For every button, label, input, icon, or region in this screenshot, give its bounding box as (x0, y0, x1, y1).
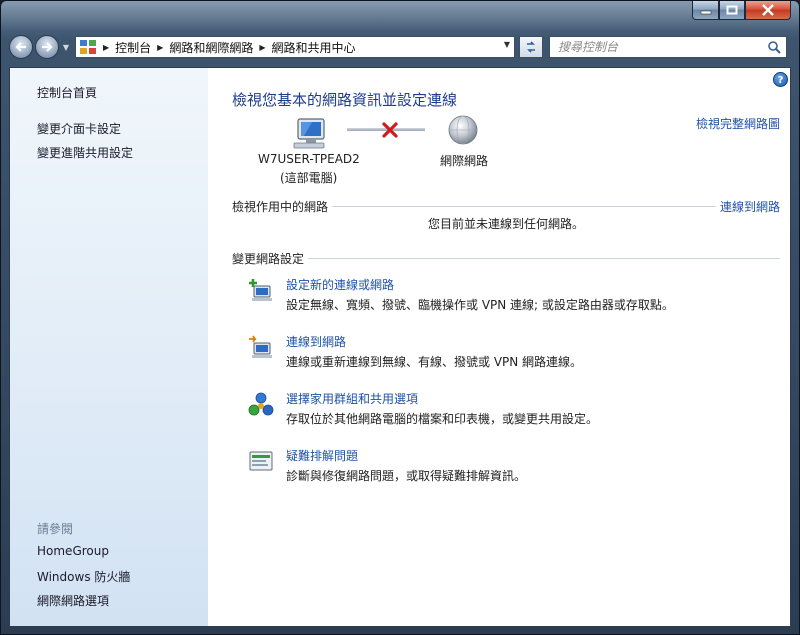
connect-network-icon (249, 335, 272, 358)
see-also-heading: 請參閱 (37, 522, 74, 536)
address-dropdown-icon[interactable]: ▼ (504, 40, 510, 49)
task-setup-connection: 設定新的連線或網路 設定無線、寬頻、撥號、臨機操作或 VPN 連線; 或設定路由… (248, 276, 768, 316)
maximize-button[interactable] (719, 1, 745, 20)
homegroup-link[interactable]: 選擇家用群組和共用選項 (286, 390, 418, 407)
sidebar-item-control-panel-home[interactable]: 控制台首頁 (37, 84, 97, 101)
forward-arrow-icon (42, 42, 53, 52)
breadcrumb-network-internet[interactable]: 網路和網際網路 (169, 39, 253, 56)
troubleshoot-description: 診斷與修復網路問題，或取得疑難排解資訊。 (286, 469, 527, 483)
refresh-button[interactable] (519, 36, 543, 58)
chevron-right-icon: ▶ (157, 42, 164, 52)
caption-buttons (692, 1, 791, 21)
computer-subtitle: (這部電腦) (280, 171, 338, 185)
refresh-icon (527, 41, 535, 53)
sidebar-item-change-adapter-settings[interactable]: 變更介面卡設定 (37, 120, 121, 137)
active-networks-section: 檢視作用中的網路 連線到網路 (232, 198, 780, 215)
minimize-button[interactable] (692, 1, 719, 20)
minimize-icon (700, 10, 711, 15)
help-icon[interactable]: ? (773, 72, 788, 87)
sidebar: 控制台首頁 變更介面卡設定 變更進階共用設定 請參閱 HomeGroup Win… (10, 68, 208, 626)
new-connection-icon (249, 279, 272, 301)
page-title: 檢視您基本的網路資訊並設定連線 (232, 91, 458, 109)
close-button[interactable] (745, 1, 791, 20)
connect-network-description: 連線或重新連線到無線、有線、撥號或 VPN 網路連線。 (286, 355, 583, 369)
setup-connection-link[interactable]: 設定新的連線或網路 (286, 276, 394, 293)
change-settings-title: 變更網路設定 (232, 250, 309, 267)
search-input[interactable] (558, 38, 758, 56)
chevron-right-icon: ▶ (259, 42, 266, 52)
control-panel-icon (79, 39, 97, 55)
breadcrumb-network-sharing-center[interactable]: 網路和共用中心 (272, 39, 356, 56)
search-icon[interactable] (767, 40, 781, 54)
navigation-bar: ▼ ▶ 控制台 ▶ 網路和網際網路 ▶ 網路和共用中心 ▼ (9, 34, 791, 60)
main-panel: ? 檢視您基本的網路資訊並設定連線 檢視完整網路圖 W7USER-TPEAD2 … (208, 68, 790, 626)
internet-label: 網際網路 (440, 154, 489, 168)
troubleshoot-link[interactable]: 疑難排解問題 (286, 447, 358, 464)
connect-network-link[interactable]: 連線到網路 (286, 333, 346, 350)
view-full-map-link[interactable]: 檢視完整網路圖 (696, 115, 780, 132)
computer-name: W7USER-TPEAD2 (258, 152, 360, 166)
connect-to-network-link[interactable]: 連線到網路 (715, 198, 780, 215)
search-box (549, 36, 787, 58)
history-dropdown[interactable]: ▼ (61, 35, 71, 59)
connection-status-text: 您目前並未連線到任何網路。 (428, 217, 585, 231)
sidebar-item-advanced-sharing[interactable]: 變更進階共用設定 (37, 144, 133, 161)
network-diagram: W7USER-TPEAD2 (這部電腦) 網際網路 (232, 114, 502, 189)
task-connect-network: 連線到網路 連線或重新連線到無線、有線、撥號或 VPN 網路連線。 (248, 333, 768, 373)
see-also-windows-firewall[interactable]: Windows 防火牆 (37, 568, 130, 585)
task-homegroup: 選擇家用群組和共用選項 存取位於其他網路電腦的檔案和印表機，或變更共用設定。 (248, 390, 768, 430)
window-frame: ▼ ▶ 控制台 ▶ 網路和網際網路 ▶ 網路和共用中心 ▼ 搜尋控制台 控制台首… (0, 0, 800, 635)
back-arrow-icon (15, 42, 26, 52)
troubleshoot-icon (249, 451, 273, 471)
back-button[interactable] (9, 35, 33, 59)
computer-icon[interactable] (292, 116, 332, 150)
section-divider (232, 258, 780, 259)
change-settings-section: 變更網路設定 (232, 250, 780, 267)
chevron-right-icon: ▶ (103, 42, 110, 52)
internet-globe-icon[interactable] (446, 114, 480, 148)
breadcrumb-control-panel[interactable]: 控制台 (115, 39, 151, 56)
task-troubleshoot: 疑難排解問題 診斷與修復網路問題，或取得疑難排解資訊。 (248, 447, 768, 487)
active-networks-title: 檢視作用中的網路 (232, 198, 333, 215)
content-area: 控制台首頁 變更介面卡設定 變更進階共用設定 請參閱 HomeGroup Win… (9, 67, 791, 627)
homegroup-icon (248, 392, 274, 416)
homegroup-description: 存取位於其他網路電腦的檔案和印表機，或變更共用設定。 (286, 412, 599, 426)
address-bar[interactable]: ▶ 控制台 ▶ 網路和網際網路 ▶ 網路和共用中心 ▼ (75, 36, 515, 58)
see-also-homegroup[interactable]: HomeGroup (37, 544, 109, 558)
maximize-icon (726, 5, 738, 15)
setup-connection-description: 設定無線、寬頻、撥號、臨機操作或 VPN 連線; 或設定路由器或存取點。 (286, 298, 674, 312)
forward-button[interactable] (35, 35, 59, 59)
close-icon (762, 4, 774, 16)
see-also-internet-options[interactable]: 網際網路選項 (37, 592, 109, 609)
disconnected-x-icon[interactable] (382, 122, 398, 138)
